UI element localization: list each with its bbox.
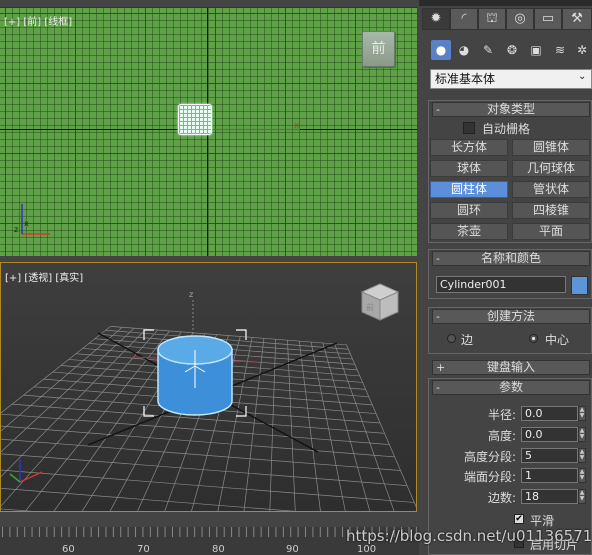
height-segments-field[interactable]: 5 xyxy=(521,448,578,463)
object-type-title: 对象类型 xyxy=(486,102,535,116)
expand-icon: + xyxy=(436,361,446,374)
tab-display-icon[interactable]: ▭ xyxy=(534,8,562,30)
height-field[interactable]: 0.0 xyxy=(521,427,578,442)
front-axis-tripod-icon: z x xyxy=(14,204,50,235)
creation-method-title: 创建方法 xyxy=(486,309,535,323)
cap-segments-field[interactable]: 1 xyxy=(521,468,578,483)
edge-radio-label: 边 xyxy=(461,333,474,347)
plane-button[interactable]: 平面 xyxy=(512,223,590,240)
front-selected-object[interactable] xyxy=(178,104,212,135)
shapes-icon[interactable]: ◕ xyxy=(454,40,474,60)
radius-label: 半径: xyxy=(487,408,516,422)
creation-method-header[interactable]: - 创建方法 xyxy=(432,309,590,324)
collapse-icon: - xyxy=(436,381,440,394)
front-viewport[interactable]: x [+] [前] [线框] 前 z x xyxy=(0,7,417,256)
pyramid-button[interactable]: 四棱锥 xyxy=(512,202,590,219)
timeline-tick-label: 80 xyxy=(212,544,225,555)
smooth-checkbox[interactable]: ✔ xyxy=(514,514,524,524)
height-label: 高度: xyxy=(487,429,516,443)
sides-field[interactable]: 18 xyxy=(521,489,578,504)
name-color-title: 名称和颜色 xyxy=(480,251,541,265)
perspective-viewcube[interactable]: 前 xyxy=(360,282,400,322)
cameras-icon[interactable]: ❂ xyxy=(502,40,522,60)
timeline-tick-label: 100 xyxy=(357,544,377,555)
front-x-axis-line xyxy=(210,129,300,130)
grid-line xyxy=(0,508,46,512)
tab-hierarchy-icon[interactable]: ⛫ xyxy=(478,8,506,30)
cap-segments-spinner[interactable]: ▲ ▼ xyxy=(578,468,586,483)
height-segments-spinner[interactable]: ▲ ▼ xyxy=(578,448,586,463)
grid-line xyxy=(346,344,417,510)
keyboard-entry-title: 键盘输入 xyxy=(486,360,535,374)
object-type-header[interactable]: - 对象类型 xyxy=(432,102,590,117)
svg-text:x: x xyxy=(24,219,29,228)
box-button[interactable]: 长方体 xyxy=(430,139,508,156)
timeline-tick-label: 70 xyxy=(137,544,150,555)
persp-z-axis-label: z xyxy=(189,290,193,299)
edge-radio[interactable] xyxy=(447,334,456,343)
tab-motion-icon[interactable]: ◎ xyxy=(506,8,534,30)
radius-spinner[interactable]: ▲ ▼ xyxy=(578,406,586,421)
sides-spinner[interactable]: ▲ ▼ xyxy=(578,489,586,504)
perspective-axis-tripod-icon xyxy=(9,460,43,483)
collapse-icon: - xyxy=(436,103,440,116)
timeline-tick-label: 90 xyxy=(286,544,299,555)
helpers-icon[interactable]: ▣ xyxy=(526,40,546,60)
perspective-viewcube-label: 前 xyxy=(366,302,374,312)
object-name-field[interactable]: Cylinder001 xyxy=(436,276,566,293)
geometry-icon[interactable]: ● xyxy=(431,40,451,60)
timeline-tick-label: 60 xyxy=(62,544,75,555)
keyboard-entry-header[interactable]: + 键盘输入 xyxy=(432,360,590,375)
cap-segments-label: 端面分段: xyxy=(463,470,516,484)
autogrid-checkbox[interactable] xyxy=(463,122,475,134)
cone-button[interactable]: 圆锥体 xyxy=(512,139,590,156)
tube-button[interactable]: 管状体 xyxy=(512,181,590,198)
teapot-button[interactable]: 茶壶 xyxy=(430,223,508,240)
svg-text:z: z xyxy=(14,225,18,234)
grid-line xyxy=(0,469,415,503)
cylinder-button[interactable]: 圆柱体 xyxy=(430,181,508,198)
category-dropdown[interactable]: 标准基本体 xyxy=(430,69,592,89)
height-segments-label: 高度分段: xyxy=(463,450,516,464)
collapse-icon: - xyxy=(436,252,440,265)
watermark-text: https://blog.csdn.net/u011365716 xyxy=(346,527,592,545)
front-x-axis-label: x xyxy=(294,121,300,131)
chevron-down-icon[interactable]: ⌄ xyxy=(578,71,586,82)
tab-modify-icon[interactable]: ◜ xyxy=(450,8,478,30)
radius-field[interactable]: 0.0 xyxy=(521,406,578,421)
center-radio[interactable] xyxy=(529,334,538,343)
parameters-title: 参数 xyxy=(498,380,523,394)
tab-utilities-icon[interactable]: ⚒ xyxy=(562,8,592,30)
center-radio-label: 中心 xyxy=(545,333,570,347)
sphere-button[interactable]: 球体 xyxy=(430,160,508,177)
collapse-icon: - xyxy=(436,310,440,323)
front-viewport-label[interactable]: [+] [前] [线框] xyxy=(4,13,72,28)
cylinder-object[interactable] xyxy=(140,326,250,420)
tab-create-icon[interactable]: ✹ xyxy=(422,8,450,30)
geosphere-button[interactable]: 几何球体 xyxy=(512,160,590,177)
torus-button[interactable]: 圆环 xyxy=(430,202,508,219)
sides-label: 边数: xyxy=(487,491,516,505)
command-panel-top-strip xyxy=(419,0,592,6)
spacewarps-icon[interactable]: ≋ xyxy=(550,40,570,60)
autogrid-label: 自动栅格 xyxy=(482,122,531,136)
object-color-swatch[interactable] xyxy=(571,276,588,295)
lights-icon[interactable]: ✎ xyxy=(478,40,498,60)
height-spinner[interactable]: ▲ ▼ xyxy=(578,427,586,442)
grid-line xyxy=(322,342,371,512)
parameters-header[interactable]: - 参数 xyxy=(432,380,590,395)
name-color-header[interactable]: - 名称和颜色 xyxy=(432,251,590,266)
front-viewcube[interactable]: 前 xyxy=(362,31,395,67)
systems-icon[interactable]: ✲ xyxy=(572,40,592,60)
